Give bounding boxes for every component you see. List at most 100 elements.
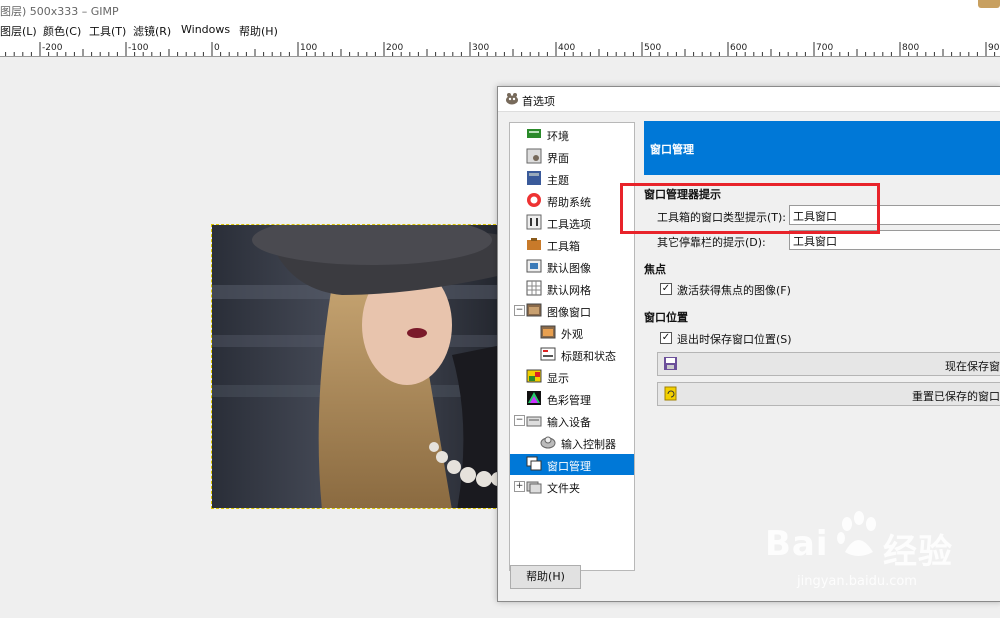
tree-label: 默认图像 [547,262,591,275]
tree-item-display[interactable]: 显示 [510,366,634,387]
baidu-watermark: Bai 经验 jingyan.baidu.com [765,510,995,600]
tree-label: 色彩管理 [547,394,591,407]
tree-item-help-system[interactable]: 帮助系统 [510,190,634,211]
collapse-icon[interactable]: − [514,305,525,316]
ruler-label: 600 [730,43,747,53]
help-button[interactable]: 帮助(H) [510,565,581,589]
ruler-label: 100 [300,43,317,53]
tree-item-title-status[interactable]: 标题和状态 [510,344,634,365]
tree-label: 标题和状态 [561,350,616,363]
watermark-text-2: 经验 [883,532,953,572]
input-devices-icon [526,416,542,427]
focus-checkbox[interactable]: ✓ [660,283,672,295]
window-management-icon [526,456,542,471]
tool-options-icon [526,214,542,230]
save-position-label: 退出时保存窗口位置(S) [677,333,792,346]
ruler-label: 500 [644,43,661,53]
tree-label: 帮助系统 [547,196,591,209]
menu-colors[interactable]: 颜色(C) [43,23,81,39]
watermark-text: Bai [765,524,829,564]
tree-item-tool-options[interactable]: 工具选项 [510,212,634,233]
tree-item-interface[interactable]: 界面 [510,146,634,167]
dock-hint-label: 其它停靠栏的提示(D): [657,236,766,249]
input-controllers-icon [540,436,556,449]
tree-item-appearance[interactable]: 外观 [510,322,634,343]
tree-item-default-image[interactable]: 默认图像 [510,256,634,277]
menu-filters[interactable]: 滤镜(R) [133,23,171,39]
tree-label: 输入设备 [547,416,591,429]
button-label: 重置已保存的窗口 [912,390,1000,403]
tree-label: 界面 [547,152,569,165]
window-title: 图层) 500x333 – GIMP [0,5,119,18]
interface-icon [526,148,542,164]
paw-logo-icon [837,511,876,556]
ruler-ticks: -200 -100 0 100 200 300 400 500 600 700 800 900 [5,42,1000,56]
save-icon [664,357,677,370]
collapse-icon[interactable]: − [514,415,525,426]
ruler-label: 0 [214,43,220,53]
environment-icon [527,129,541,138]
default-grid-icon [526,280,542,296]
tree-item-theme[interactable]: 主题 [510,168,634,189]
tree-label: 工具箱 [547,240,580,253]
default-image-icon [526,259,542,273]
menu-windows[interactable]: Windows [181,23,230,36]
panel-header: 窗口管理 [644,121,1000,175]
tree-label: 图像窗口 [547,306,591,319]
reset-saved-button[interactable]: 重置已保存的窗口 [657,382,1000,406]
tree-label: 主题 [547,174,569,187]
focus-check-label: 激活获得焦点的图像(F) [677,284,791,297]
thumbnail-icon [978,0,1000,8]
panel-title: 窗口管理 [650,143,694,156]
ruler-label: 700 [816,43,833,53]
tree-item-environment[interactable]: 环境 [510,124,634,145]
tree-item-toolbox[interactable]: 工具箱 [510,234,634,255]
tree-item-image-window[interactable]: − 图像窗口 [510,300,634,321]
tree-label: 输入控制器 [561,438,616,451]
tree-item-input-controllers[interactable]: 输入控制器 [510,432,634,453]
woman-photo-image [212,225,500,508]
title-status-icon [540,347,556,361]
tree-item-input-devices[interactable]: − 输入设备 [510,410,634,431]
help-system-icon [527,193,541,207]
tree-label: 外观 [561,328,583,341]
highlight-annotation [620,183,880,234]
expand-icon[interactable]: + [514,481,525,492]
tree-item-folders[interactable]: + 文件夹 [510,476,634,497]
tree-item-window-management[interactable]: 窗口管理 [510,454,634,475]
tree-label: 默认网格 [547,284,591,297]
color-management-icon [527,391,541,405]
gimp-title-bar: 图层) 500x333 – GIMP [0,0,1000,20]
tree-item-default-grid[interactable]: 默认网格 [510,278,634,299]
position-section-title: 窗口位置 [644,311,688,324]
tree-label: 工具选项 [547,218,591,231]
select-value: 工具窗口 [793,235,837,248]
ruler-label: -200 [42,43,63,53]
save-now-button[interactable]: 现在保存窗 [657,352,1000,376]
menu-tools[interactable]: 工具(T) [89,23,126,39]
theme-icon [527,171,541,185]
dialog-title: 首选项 [522,95,555,108]
watermark-url: jingyan.baidu.com [797,574,917,589]
image-window-icon [526,303,542,317]
preferences-tree[interactable]: 环境 界面 主题 帮助系统 工具选项 工具箱 默认图像 默认网格 − 图像窗口 … [509,122,635,571]
menu-help[interactable]: 帮助(H) [239,23,278,39]
appearance-icon [540,325,556,339]
display-icon [526,369,542,383]
tree-label: 环境 [547,130,569,143]
ruler-label: -100 [128,43,149,53]
ruler-label: 900 [988,43,1000,53]
ruler-label: 800 [902,43,919,53]
horizontal-ruler[interactable]: -200 -100 0 100 200 300 400 500 600 700 800 900 [0,40,1000,57]
ruler-label: 400 [558,43,575,53]
ruler-label: 200 [386,43,403,53]
ruler-label: 300 [472,43,489,53]
save-position-checkbox[interactable]: ✓ [660,332,672,344]
menu-layer[interactable]: 图层(L) [0,23,37,39]
toolbox-icon [527,238,541,250]
menu-bar: 图层(L) 颜色(C) 工具(T) 滤镜(R) Windows 帮助(H) [0,20,1000,40]
button-label: 现在保存窗 [945,360,1000,373]
tree-item-color-management[interactable]: 色彩管理 [510,388,634,409]
folders-icon [526,481,542,494]
image-layer[interactable] [211,224,501,509]
